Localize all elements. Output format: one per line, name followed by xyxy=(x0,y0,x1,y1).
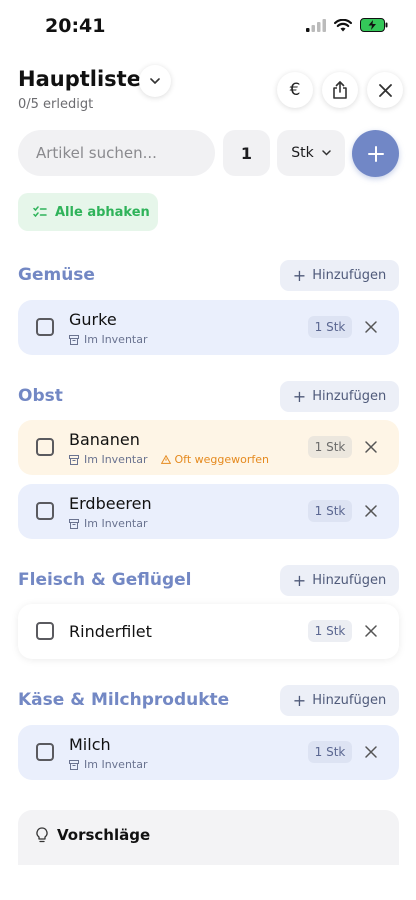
inventory-label: Im Inventar xyxy=(84,758,148,771)
remove-icon[interactable] xyxy=(364,320,378,334)
search-field[interactable] xyxy=(18,130,215,176)
waste-warning: Oft weggeworfen xyxy=(160,453,270,466)
item-name: Erdbeeren xyxy=(69,494,152,513)
archive-icon xyxy=(69,759,79,770)
unit-select[interactable]: Stk xyxy=(277,130,345,176)
remove-icon[interactable] xyxy=(364,504,378,518)
remove-icon[interactable] xyxy=(364,440,378,454)
suggestions-panel: Vorschläge xyxy=(18,810,399,865)
signal-icon xyxy=(306,18,326,32)
suggestions-title: Vorschläge xyxy=(57,826,151,844)
inventory-label: Im Inventar xyxy=(84,453,148,466)
status-time: 20:41 xyxy=(45,15,106,37)
item-checkbox[interactable] xyxy=(36,438,54,456)
item-name: Milch xyxy=(69,735,111,754)
list-item[interactable]: Bananen Im Inventar Oft weggeworfen 1 St… xyxy=(18,420,399,475)
section-title-kaese: Käse & Milchprodukte xyxy=(18,690,230,710)
list-item[interactable]: Rinderfilet 1 Stk xyxy=(18,604,399,659)
qty-badge[interactable]: 1 Stk xyxy=(308,436,352,458)
currency-button[interactable]: € xyxy=(277,72,313,108)
section-add-button[interactable]: + Hinzufügen xyxy=(280,685,399,716)
list-item[interactable]: Milch Im Inventar 1 Stk xyxy=(18,725,399,780)
section-title-fleisch: Fleisch & Geflügel xyxy=(18,570,192,590)
plus-icon: + xyxy=(292,691,307,710)
plus-icon: + xyxy=(292,266,307,285)
check-all-label: Alle abhaken xyxy=(55,204,150,220)
item-checkbox[interactable] xyxy=(36,318,54,336)
warning-label: Oft weggeworfen xyxy=(174,453,270,466)
section-title-obst: Obst xyxy=(18,386,63,406)
list-switch-button[interactable] xyxy=(139,65,171,97)
item-meta: Im Inventar xyxy=(69,758,148,771)
close-button[interactable] xyxy=(367,72,403,108)
item-checkbox[interactable] xyxy=(36,743,54,761)
plus-icon: + xyxy=(292,571,307,590)
item-name: Bananen xyxy=(69,430,140,449)
close-icon xyxy=(378,83,392,97)
inventory-label: Im Inventar xyxy=(84,517,148,530)
euro-icon: € xyxy=(289,80,301,100)
checklist-icon xyxy=(33,206,47,218)
qty-badge[interactable]: 1 Stk xyxy=(308,620,352,642)
list-item[interactable]: Gurke Im Inventar 1 Stk xyxy=(18,300,399,355)
section-add-button[interactable]: + Hinzufügen xyxy=(280,565,399,596)
search-input[interactable] xyxy=(36,144,206,162)
qty-badge[interactable]: 1 Stk xyxy=(308,316,352,338)
archive-icon xyxy=(69,518,79,529)
unit-value: Stk xyxy=(291,145,314,161)
remove-icon[interactable] xyxy=(364,624,378,638)
chevron-down-icon xyxy=(321,150,331,156)
item-meta: Im Inventar xyxy=(69,517,148,530)
section-add-label: Hinzufügen xyxy=(312,389,387,404)
check-all-button[interactable]: Alle abhaken xyxy=(18,193,158,231)
plus-icon xyxy=(367,145,384,162)
section-add-button[interactable]: + Hinzufügen xyxy=(280,381,399,412)
share-button[interactable] xyxy=(322,72,358,108)
warning-icon xyxy=(160,455,171,464)
archive-icon xyxy=(69,454,79,465)
archive-icon xyxy=(69,334,79,345)
item-checkbox[interactable] xyxy=(36,622,54,640)
section-add-label: Hinzufügen xyxy=(312,693,387,708)
page-title: Hauptliste xyxy=(18,67,141,91)
item-meta: Im Inventar xyxy=(69,333,148,346)
section-add-label: Hinzufügen xyxy=(312,268,387,283)
item-checkbox[interactable] xyxy=(36,502,54,520)
section-add-button[interactable]: + Hinzufügen xyxy=(280,260,399,291)
inventory-label: Im Inventar xyxy=(84,333,148,346)
suggestions-header: Vorschläge xyxy=(36,826,399,844)
item-meta: Im Inventar Oft weggeworfen xyxy=(69,453,269,466)
progress-text: 0/5 erledigt xyxy=(18,97,94,112)
status-icons xyxy=(306,18,388,32)
wifi-icon xyxy=(334,18,352,31)
qty-badge[interactable]: 1 Stk xyxy=(308,741,352,763)
chevron-down-icon xyxy=(150,78,160,84)
item-name: Gurke xyxy=(69,310,117,329)
share-icon xyxy=(333,81,347,99)
list-item[interactable]: Erdbeeren Im Inventar 1 Stk xyxy=(18,484,399,539)
item-name: Rinderfilet xyxy=(69,622,152,641)
section-title-gemuese: Gemüse xyxy=(18,265,95,285)
section-add-label: Hinzufügen xyxy=(312,573,387,588)
remove-icon[interactable] xyxy=(364,745,378,759)
quantity-field[interactable]: 1 xyxy=(223,130,270,176)
plus-icon: + xyxy=(292,387,307,406)
qty-badge[interactable]: 1 Stk xyxy=(308,500,352,522)
lightbulb-icon xyxy=(36,827,48,843)
add-item-button[interactable] xyxy=(352,130,399,177)
battery-charging-icon xyxy=(360,18,388,32)
